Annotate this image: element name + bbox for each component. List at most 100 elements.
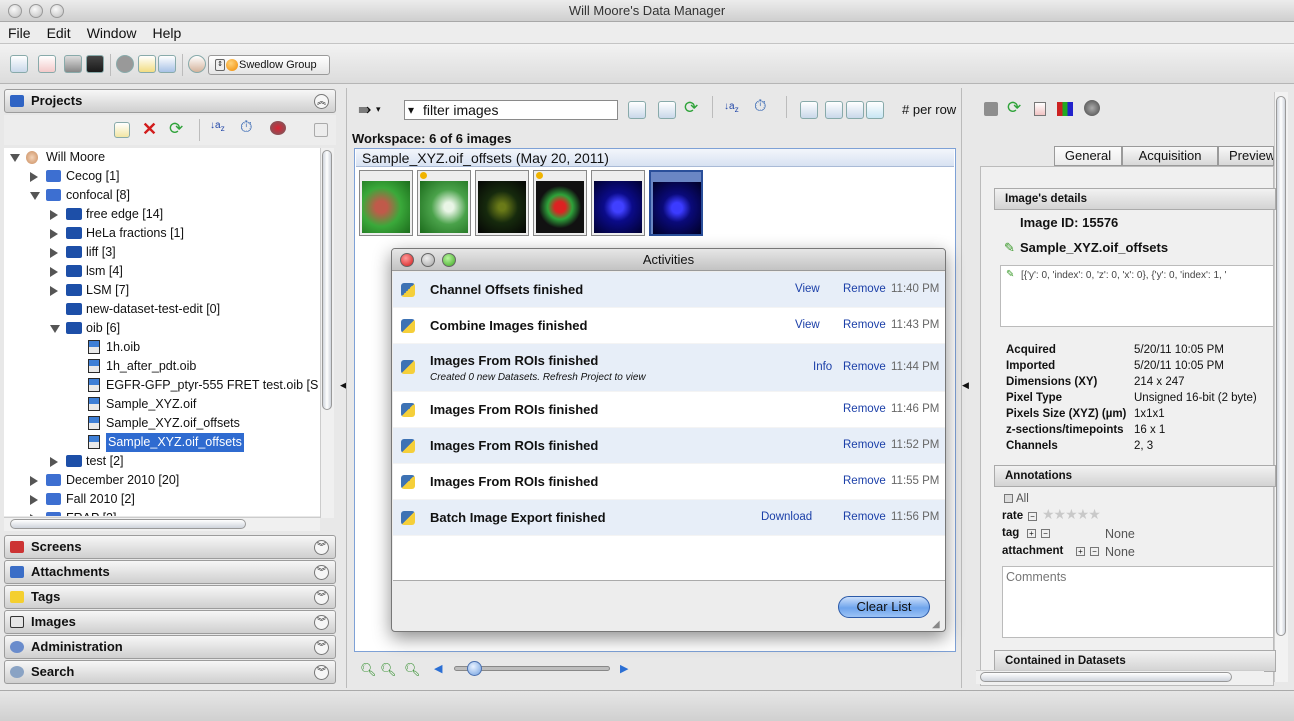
tree-node-dataset[interactable]: lsm [4]: [4, 262, 320, 281]
download-icon[interactable]: [1034, 102, 1046, 116]
refresh-center-icon[interactable]: ⟳: [684, 98, 698, 118]
collapse-icon[interactable]: ︽: [314, 94, 329, 109]
expand-icon[interactable]: ︾: [314, 590, 329, 605]
menu-help[interactable]: Help: [144, 22, 189, 44]
magnify-icon[interactable]: [846, 101, 864, 119]
expand-arrow-icon[interactable]: [30, 172, 38, 182]
tree-node-project[interactable]: confocal [8]: [4, 186, 320, 205]
tree-node-dataset[interactable]: HeLa fractions [1]: [4, 224, 320, 243]
expand-arrow-icon[interactable]: [30, 476, 38, 486]
collapse-arrow-icon[interactable]: [50, 325, 60, 333]
contained-in-datasets-header[interactable]: Contained in Datasets: [994, 650, 1276, 672]
tab-preview[interactable]: Preview: [1218, 146, 1274, 166]
filter-dropdown-icon[interactable]: ▾: [408, 101, 414, 119]
expand-arrow-icon[interactable]: [50, 457, 58, 467]
viewer-icon[interactable]: [86, 55, 104, 73]
tree-node-project[interactable]: Fall 2010 [2]: [4, 490, 320, 509]
list-view-icon[interactable]: [658, 101, 676, 119]
edit-layout-icon[interactable]: [866, 101, 884, 119]
scripts-icon[interactable]: [138, 55, 156, 73]
delete-icon[interactable]: ✕: [142, 119, 157, 140]
refresh-details-icon[interactable]: ⟳: [1007, 98, 1021, 118]
collapse-panel-icon[interactable]: ⇛: [358, 100, 371, 120]
expand-arrow-icon[interactable]: [50, 267, 58, 277]
tree-node-project[interactable]: Cecog [1]: [4, 167, 320, 186]
activity-view-link[interactable]: View: [795, 319, 820, 331]
expand-icon[interactable]: ︾: [314, 615, 329, 630]
minimize-dialog-button[interactable]: [421, 253, 435, 267]
image-thumbnail[interactable]: [533, 170, 587, 236]
sort-images-icon[interactable]: ↓az: [724, 101, 739, 114]
zoom-fit-icon[interactable]: [800, 101, 818, 119]
image-thumbnail[interactable]: [475, 170, 529, 236]
tree-node-project[interactable]: December 2010 [20]: [4, 471, 320, 490]
zoom-in-icon[interactable]: 🔍︎: [380, 662, 397, 678]
add-attachment-icon[interactable]: +: [1076, 547, 1085, 556]
save-icon[interactable]: [984, 102, 998, 116]
people-icon[interactable]: [270, 121, 286, 135]
close-window-button[interactable]: [8, 4, 22, 18]
upload-icon[interactable]: [158, 55, 176, 73]
expand-arrow-icon[interactable]: [50, 286, 58, 296]
tree-node-image[interactable]: Sample_XYZ.oif: [4, 395, 320, 414]
tree-node-image[interactable]: EGFR-GFP_ptyr-555 FRET test.oib [S: [4, 376, 320, 395]
description-field[interactable]: ✎ [{'y': 0, 'index': 0, 'z': 0, 'x': 0},…: [1000, 265, 1274, 327]
image-thumbnail[interactable]: [591, 170, 645, 236]
menu-window[interactable]: Window: [79, 22, 145, 44]
zoom-reset-icon[interactable]: 🔍︎: [404, 662, 421, 678]
minimize-icon[interactable]: [314, 123, 328, 137]
refresh-icon[interactable]: ⟳: [169, 119, 183, 139]
image-name[interactable]: Sample_XYZ.oif_offsets: [1020, 240, 1168, 255]
search-users-icon[interactable]: [116, 55, 134, 73]
hierarchy-view-icon[interactable]: [10, 55, 28, 73]
menu-file[interactable]: File: [0, 22, 39, 44]
splitter-right-arrow[interactable]: ◀: [962, 380, 969, 391]
zoom-out-icon[interactable]: 🔍︎: [360, 662, 377, 678]
activity-remove-link[interactable]: Remove: [843, 319, 886, 331]
rating-stars-icon[interactable]: ★★★★★: [1042, 506, 1101, 523]
expand-icon[interactable]: ︾: [314, 665, 329, 680]
previous-arrow-icon[interactable]: ◀: [434, 662, 442, 675]
thumbnail-view-icon[interactable]: [628, 101, 646, 119]
screens-panel-header[interactable]: Screens ︾: [4, 535, 336, 559]
administration-panel-header[interactable]: Administration ︾: [4, 635, 336, 659]
expand-icon[interactable]: ︾: [314, 540, 329, 555]
edit-pencil-icon[interactable]: ✎: [1004, 240, 1015, 256]
activity-remove-link[interactable]: Remove: [843, 475, 886, 487]
activity-remove-link[interactable]: Remove: [843, 511, 886, 523]
activity-download-link[interactable]: Download: [761, 511, 812, 523]
attachments-panel-header[interactable]: Attachments ︾: [4, 560, 336, 584]
zoom-slider-thumb[interactable]: [467, 661, 482, 676]
search-panel-header[interactable]: Search ︾: [4, 660, 336, 684]
expand-arrow-icon[interactable]: [50, 210, 58, 220]
expand-arrow-icon[interactable]: [30, 514, 38, 516]
activity-info-link[interactable]: Info: [813, 361, 832, 373]
collapse-arrow-icon[interactable]: [10, 154, 20, 162]
comments-field[interactable]: Comments: [1002, 566, 1274, 638]
layout-icon[interactable]: [825, 101, 843, 119]
expand-icon[interactable]: ︾: [314, 640, 329, 655]
tree-horizontal-scroll-thumb[interactable]: [10, 519, 246, 529]
close-dialog-button[interactable]: [400, 253, 414, 267]
image-thumbnail-selected[interactable]: [649, 170, 703, 236]
history-icon[interactable]: ⏱: [240, 119, 252, 137]
dropdown-arrow-icon[interactable]: ▾: [376, 104, 381, 115]
projects-panel-header[interactable]: Projects ︽: [4, 89, 336, 113]
activity-remove-link[interactable]: Remove: [843, 403, 886, 415]
image-thumbnail[interactable]: [359, 170, 413, 236]
tree-node-dataset[interactable]: test [2]: [4, 452, 320, 471]
activity-remove-link[interactable]: Remove: [843, 361, 886, 373]
tree-node-dataset[interactable]: free edge [14]: [4, 205, 320, 224]
expand-icon[interactable]: ︾: [314, 565, 329, 580]
tree-node-dataset[interactable]: new-dataset-test-edit [0]: [4, 300, 320, 319]
remove-attachment-icon[interactable]: −: [1090, 547, 1099, 556]
new-item-icon[interactable]: [114, 122, 130, 138]
image-thumbnail[interactable]: [417, 170, 471, 236]
tree-node-image[interactable]: Sample_XYZ.oif_offsets: [4, 414, 320, 433]
all-filter-label[interactable]: All: [1016, 493, 1029, 505]
expand-arrow-icon[interactable]: [30, 495, 38, 505]
grid-view-icon[interactable]: [64, 55, 82, 73]
next-arrow-icon[interactable]: ▶: [620, 662, 628, 675]
activity-remove-link[interactable]: Remove: [843, 283, 886, 295]
resize-grip-icon[interactable]: ◢: [932, 619, 940, 630]
